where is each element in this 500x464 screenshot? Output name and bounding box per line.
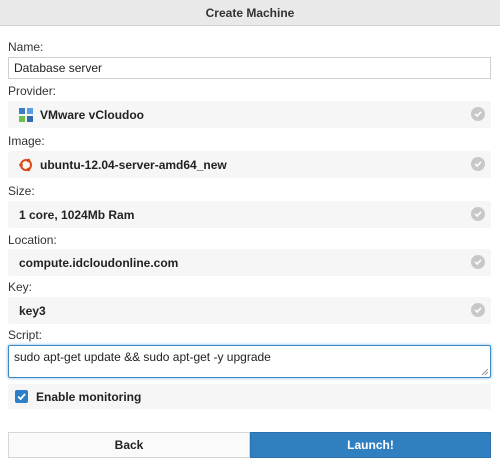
- image-label: Image:: [8, 134, 45, 148]
- size-select[interactable]: 1 core, 1024Mb Ram: [8, 201, 491, 228]
- image-select[interactable]: ubuntu-12.04-server-amd64_new: [8, 151, 491, 178]
- key-select[interactable]: key3: [8, 297, 491, 324]
- resize-grip-icon[interactable]: [481, 368, 488, 375]
- name-label: Name:: [8, 40, 44, 54]
- provider-select[interactable]: VMware vCloudoo: [8, 101, 491, 128]
- check-circle-icon: [471, 107, 485, 121]
- vmware-icon: [19, 107, 33, 122]
- image-value: ubuntu-12.04-server-amd64_new: [40, 157, 227, 172]
- name-input[interactable]: Database server: [8, 57, 491, 79]
- launch-button[interactable]: Launch!: [250, 432, 491, 458]
- enable-monitoring-toggle[interactable]: Enable monitoring: [8, 384, 491, 409]
- key-label: Key:: [8, 280, 33, 294]
- check-circle-icon: [471, 157, 485, 171]
- enable-monitoring-label: Enable monitoring: [36, 389, 142, 404]
- checkbox-checked-icon[interactable]: [15, 390, 28, 403]
- script-value: sudo apt-get update && sudo apt-get -y u…: [14, 350, 271, 364]
- location-select[interactable]: compute.idcloudonline.com: [8, 249, 491, 276]
- check-circle-icon: [471, 303, 485, 317]
- dialog-header: Create Machine: [0, 0, 500, 26]
- location-label: Location:: [8, 233, 57, 247]
- size-value: 1 core, 1024Mb Ram: [19, 207, 135, 222]
- dialog-title: Create Machine: [205, 5, 295, 20]
- script-textarea[interactable]: sudo apt-get update && sudo apt-get -y u…: [8, 345, 491, 378]
- provider-label: Provider:: [8, 84, 57, 98]
- check-circle-icon: [471, 207, 485, 221]
- location-value: compute.idcloudonline.com: [19, 255, 179, 270]
- back-button[interactable]: Back: [8, 432, 250, 458]
- provider-value: VMware vCloudoo: [40, 107, 145, 122]
- script-label: Script:: [8, 328, 43, 342]
- check-circle-icon: [471, 255, 485, 269]
- size-label: Size:: [8, 184, 35, 198]
- ubuntu-icon: [19, 158, 33, 172]
- key-value: key3: [19, 303, 46, 318]
